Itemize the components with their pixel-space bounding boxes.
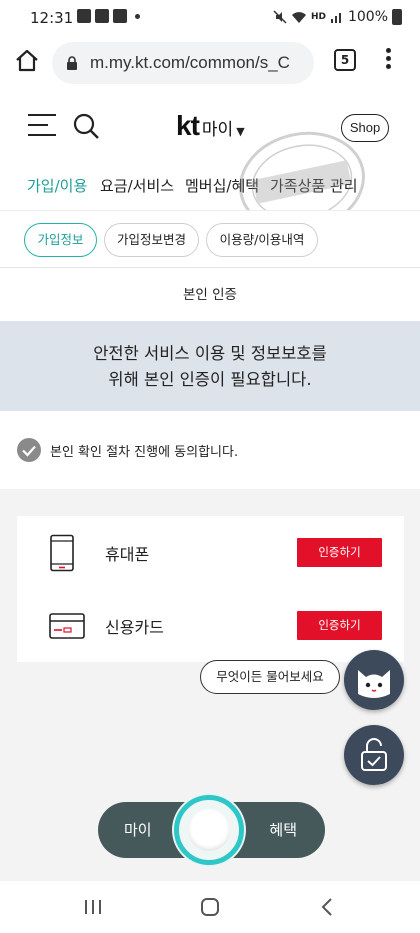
agree-row[interactable]: 본인 확인 절차 진행에 동의합니다. [0,411,420,489]
battery-percent: 100% [347,9,388,25]
sub-tabs: 가입정보 가입정보변경 이용량/이용내역 [0,210,420,268]
hamburger-menu-icon[interactable] [28,114,56,138]
mobile-phone-icon [50,534,74,572]
home-icon[interactable] [14,48,40,74]
app-notification-icon [113,9,127,23]
status-right: HD 100% [273,9,402,25]
lock-icon [67,56,77,70]
menu-item-subscription[interactable]: 가입/이용 [27,175,87,196]
tab-subscription-info[interactable]: 가입정보 [24,223,97,257]
page-title: 본인 인증 [0,269,420,321]
nav-center-button[interactable] [174,795,244,865]
auth-row-phone: 휴대폰 인증하기 [17,516,404,589]
battery-icon [392,9,402,25]
tab-usage[interactable]: 이용량/이용내역 [206,223,318,257]
menu-item-membership[interactable]: 멤버십/혜택 [185,175,259,196]
tab-change-info[interactable]: 가입정보변경 [104,223,199,257]
auth-notice: 안전한 서비스 이용 및 정보보호를 위해 본인 인증이 필요합니다. [0,321,420,411]
site-header: kt 마이 ▼ Shop [0,90,420,166]
notice-line-2: 위해 본인 인증이 필요합니다. [108,370,312,389]
address-bar[interactable]: m.my.kt.com/common/s_C [52,42,314,84]
chatbot-cat-icon[interactable] [344,650,404,710]
nav-my-button[interactable]: 마이 [124,819,152,840]
image-notification-icon [77,9,91,23]
card-auth-button[interactable]: 인증하기 [297,611,382,640]
main-menu: 가입/이용 요금/서비스 멤버십/혜택 가족상품 관리 [0,166,420,206]
menu-item-plans[interactable]: 요금/서비스 [100,175,174,196]
menu-item-family[interactable]: 가족상품 관리 [270,175,358,196]
chatbot-bubble[interactable]: 무엇이든 물어보세요 [200,660,340,694]
network-type-label: HD [310,11,326,22]
chevron-down-icon: ▼ [236,125,245,138]
shop-button[interactable]: Shop [341,114,389,142]
recent-apps-icon[interactable] [84,899,102,915]
wifi-icon [291,12,306,23]
mute-icon [273,10,287,24]
nav-benefits-button[interactable]: 혜택 [269,819,297,840]
status-bar: 12:31 HD 100% [0,0,420,36]
auth-methods-card: 휴대폰 인증하기 신용카드 인증하기 [17,516,404,662]
puzzle-notification-icon [95,9,109,23]
status-time: 12:31 [30,9,74,27]
security-lock-icon[interactable] [344,725,404,785]
home-nav-icon[interactable] [200,897,220,917]
logo-my-text: 마이 [201,120,234,140]
search-icon[interactable] [72,112,100,140]
tab-switcher-button[interactable]: 5 [334,49,356,71]
more-options-icon[interactable] [384,48,392,74]
browser-toolbar: m.my.kt.com/common/s_C 5 [0,36,420,90]
kt-logo[interactable]: kt 마이 ▼ [176,110,245,142]
logo-kt-text: kt [176,110,200,141]
auth-card-label: 신용카드 [105,618,164,637]
url-text[interactable]: m.my.kt.com/common/s_C [90,53,290,73]
check-icon[interactable] [17,438,41,462]
credit-card-icon [49,613,85,639]
notice-line-1: 안전한 서비스 이용 및 정보보호를 [93,344,327,363]
notification-icons [77,9,140,23]
back-icon[interactable] [320,897,334,917]
auth-phone-label: 휴대폰 [105,545,150,564]
signal-icon [330,13,341,23]
agree-text: 본인 확인 절차 진행에 동의합니다. [50,445,239,460]
more-notifications-icon [135,13,140,19]
system-navigation-bar [0,881,420,933]
phone-auth-button[interactable]: 인증하기 [297,538,382,567]
